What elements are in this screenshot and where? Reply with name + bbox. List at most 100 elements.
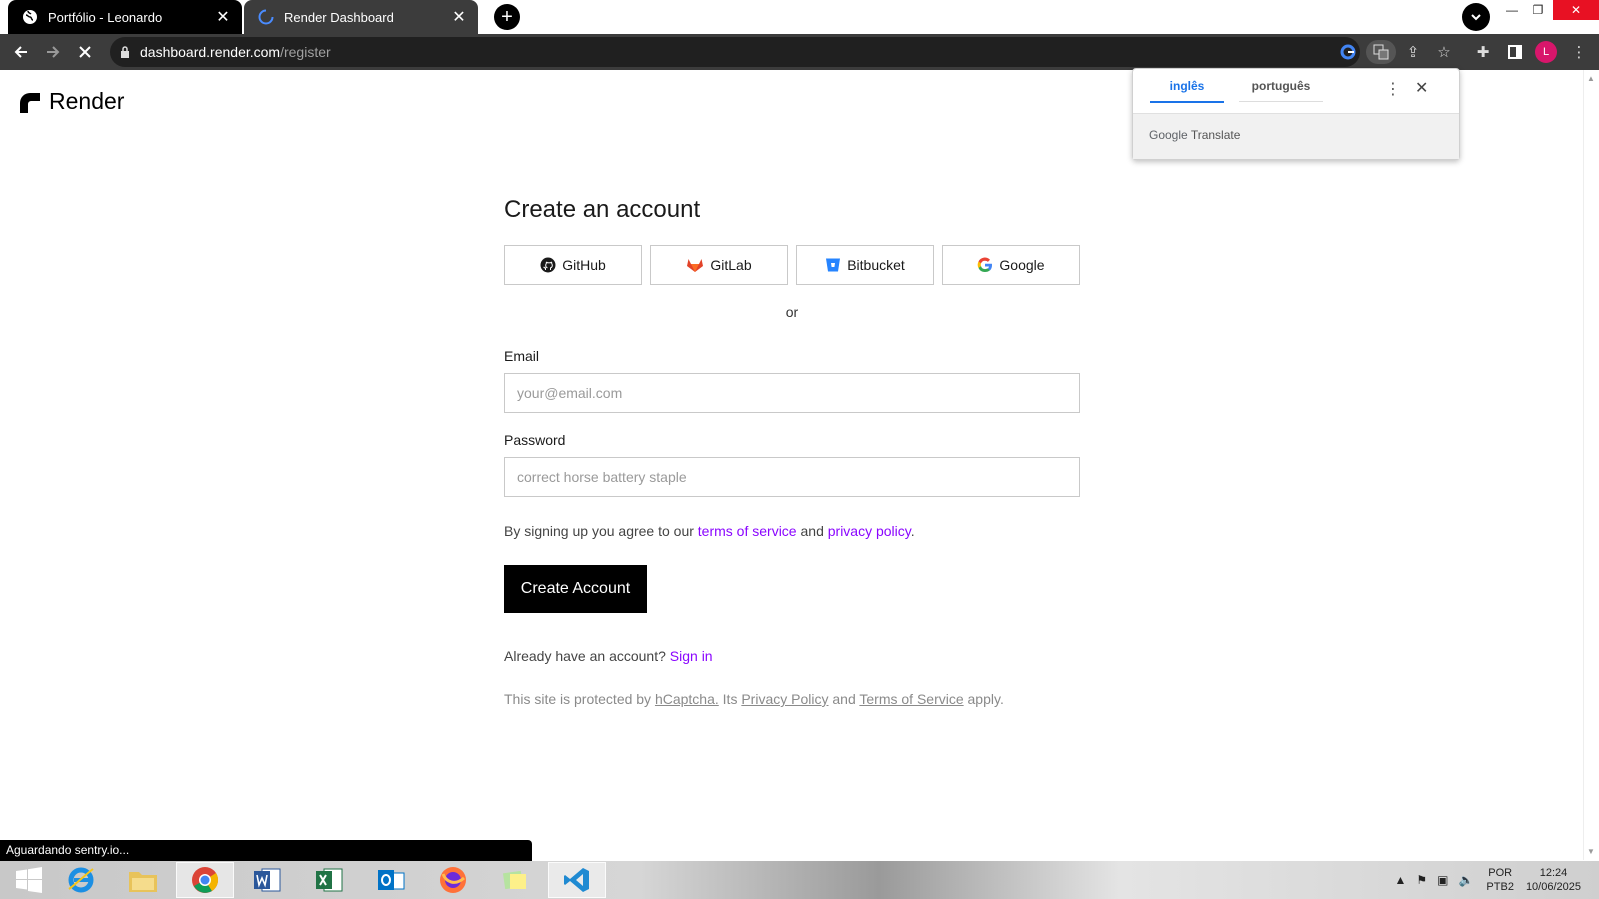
new-tab-button[interactable]: + [494,4,520,30]
translate-source-language-tab[interactable]: inglês [1150,79,1224,103]
chevron-up-icon[interactable]: ▲ [1394,873,1406,887]
create-account-button[interactable]: Create Account [504,565,647,613]
taskbar-internet-explorer[interactable] [52,862,110,898]
email-field[interactable] [504,373,1080,413]
taskbar-sticky-notes[interactable] [486,862,544,898]
arrow-left-icon [14,46,27,58]
google-lens-icon[interactable] [1336,40,1360,64]
tab-render-dashboard[interactable]: Render Dashboard ✕ [244,0,478,34]
speaker-icon[interactable]: 🔈 [1458,873,1473,887]
taskbar-outlook[interactable] [362,862,420,898]
render-logo[interactable]: Render [20,88,124,115]
google-button[interactable]: Google [942,245,1080,285]
window-close-button[interactable]: ✕ [1553,0,1599,20]
network-icon[interactable]: ▣ [1437,873,1448,887]
bitbucket-icon [826,258,841,272]
google-icon [978,257,993,273]
clock[interactable]: 12:24 10/06/2025 [1526,866,1581,894]
terms-of-service-link[interactable]: terms of service [698,523,797,539]
translate-icon[interactable] [1366,40,1396,64]
password-field[interactable] [504,457,1080,497]
gitlab-button[interactable]: GitLab [650,245,788,285]
gitlab-icon [687,259,704,272]
firefox-icon [440,867,466,893]
forward-button[interactable] [39,38,67,66]
or-divider: or [785,304,799,320]
taskbar-file-explorer[interactable] [114,862,172,898]
close-icon[interactable]: ✕ [1415,78,1428,98]
loading-spinner-icon [258,9,274,25]
translate-popup: inglês português ⋮ ✕ Google Translate [1132,68,1460,160]
kebab-menu-icon[interactable]: ⋮ [1567,40,1591,64]
restore-button[interactable]: ❐ [1523,0,1553,20]
address-bar[interactable]: dashboard.render.com/register [110,37,1360,67]
bitbucket-button[interactable]: Bitbucket [796,245,934,285]
url-path: /register [280,44,331,60]
flag-icon[interactable]: ⚑ [1416,873,1427,887]
plus-icon: + [501,5,513,28]
url-host: dashboard.render.com [140,44,281,60]
close-icon[interactable]: ✕ [450,8,468,26]
close-icon[interactable]: ✕ [214,8,232,26]
taskbar-chrome[interactable] [176,862,234,898]
scrollbar[interactable]: ▲ ▼ [1583,70,1599,860]
signup-form: Create an account GitHub GitLab Bitbucke… [504,196,1080,707]
globe-icon [22,9,38,25]
tab-search-button[interactable] [1462,3,1490,31]
sticky-notes-icon [502,870,526,890]
chrome-icon [192,867,219,893]
windows-taskbar: ▲ ⚑ ▣ 🔈 POR PTB2 12:24 10/06/2025 [0,861,1599,899]
chevron-down-icon [1471,14,1481,21]
kebab-menu-icon[interactable]: ⋮ [1385,79,1401,99]
browser-toolbar: dashboard.render.com/register ⇪ ☆ ✚ L ⋮ [0,34,1599,70]
oauth-buttons: GitHub GitLab Bitbucket Google [504,245,1080,285]
taskbar-word[interactable] [238,862,296,898]
lock-icon [120,46,130,58]
privacy-policy-link[interactable]: privacy policy [828,523,911,539]
outlook-icon [378,870,405,890]
hcaptcha-terms-link[interactable]: Terms of Service [859,691,963,707]
input-language[interactable]: POR PTB2 [1486,866,1514,894]
start-button[interactable] [0,862,58,898]
taskbar-excel[interactable] [300,862,358,898]
system-tray: ▲ ⚑ ▣ 🔈 POR PTB2 12:24 10/06/2025 [1389,861,1599,899]
taskbar-vscode[interactable] [548,862,606,898]
extensions-icon[interactable]: ✚ [1471,40,1495,64]
side-panel-icon[interactable] [1503,40,1527,64]
word-icon [254,868,281,892]
browser-tab-bar: Portfólio - Leonardo ✕ Render Dashboard … [0,0,1599,34]
page-title: Create an account [504,196,701,223]
stop-loading-button[interactable] [71,38,99,66]
vscode-icon [564,868,589,892]
tab-portfolio[interactable]: Portfólio - Leonardo ✕ [8,0,242,34]
sign-in-link[interactable]: Sign in [670,648,713,664]
tab-title: Render Dashboard [284,9,394,25]
github-icon [540,257,556,273]
password-label: Password [504,432,566,448]
scroll-down-icon[interactable]: ▼ [1587,847,1595,856]
github-button[interactable]: GitHub [504,245,642,285]
share-icon[interactable]: ⇪ [1401,40,1425,64]
hcaptcha-link[interactable]: hCaptcha. [655,691,719,707]
arrow-right-icon [47,46,60,58]
email-label: Email [504,348,540,364]
excel-icon [316,868,343,892]
translate-target-language-tab[interactable]: português [1239,79,1323,102]
translate-branding: Google Translate [1133,113,1459,159]
scroll-up-icon[interactable]: ▲ [1587,74,1595,83]
star-icon[interactable]: ☆ [1432,40,1456,64]
internet-explorer-icon [68,867,94,893]
hcaptcha-privacy-link[interactable]: Privacy Policy [741,691,828,707]
close-icon [79,46,91,58]
folder-icon [129,872,157,892]
render-logo-icon [20,92,40,113]
signin-prompt: Already have an account? Sign in [504,648,713,664]
tab-title: Portfólio - Leonardo [48,9,163,25]
back-button[interactable] [7,38,35,66]
terms-notice: By signing up you agree to our terms of … [504,523,915,539]
hcaptcha-notice: This site is protected by hCaptcha. Its … [504,691,1004,707]
profile-avatar[interactable]: L [1535,41,1557,63]
taskbar-firefox[interactable] [424,862,482,898]
windows-logo-icon [16,867,42,893]
logo-text: Render [49,88,125,114]
